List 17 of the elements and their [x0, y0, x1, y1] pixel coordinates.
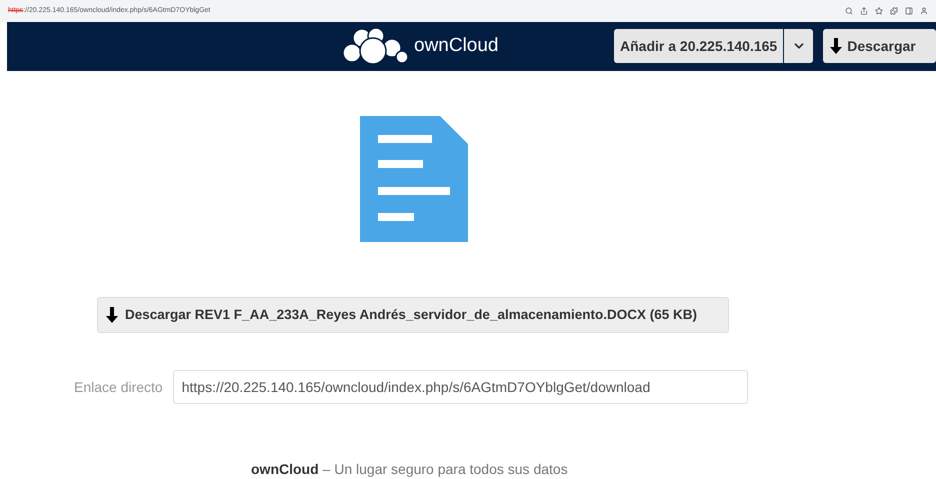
download-button[interactable]: Descargar — [823, 29, 936, 63]
profile-icon[interactable] — [920, 7, 928, 15]
download-icon — [105, 307, 119, 323]
download-icon — [829, 38, 844, 54]
star-icon[interactable] — [875, 7, 883, 15]
footer-text: ownCloud – Un lugar seguro para todos sus datos — [251, 460, 568, 479]
download-file-button[interactable]: Descargar REV1 F_AA_233A_Reyes Andrés_servidor_de_almacenamiento.DOCX (65 KB) — [97, 297, 729, 333]
zoom-icon[interactable] — [845, 7, 853, 15]
dropdown-button[interactable] — [784, 29, 814, 63]
direct-link-field[interactable]: https://20.225.140.165/owncloud/index.php/s/6AGtmD7OYblgGet/download — [172, 370, 748, 404]
share-icon[interactable] — [860, 7, 868, 15]
document-icon — [360, 116, 468, 242]
extensions-icon[interactable] — [890, 7, 898, 15]
add-to-server-button[interactable]: Añadir a 20.225.140.165 — [614, 29, 784, 63]
side-panel-icon[interactable] — [905, 7, 913, 15]
brand-name: ownCloud — [414, 34, 498, 58]
direct-link-label: Enlace directo — [74, 378, 163, 396]
